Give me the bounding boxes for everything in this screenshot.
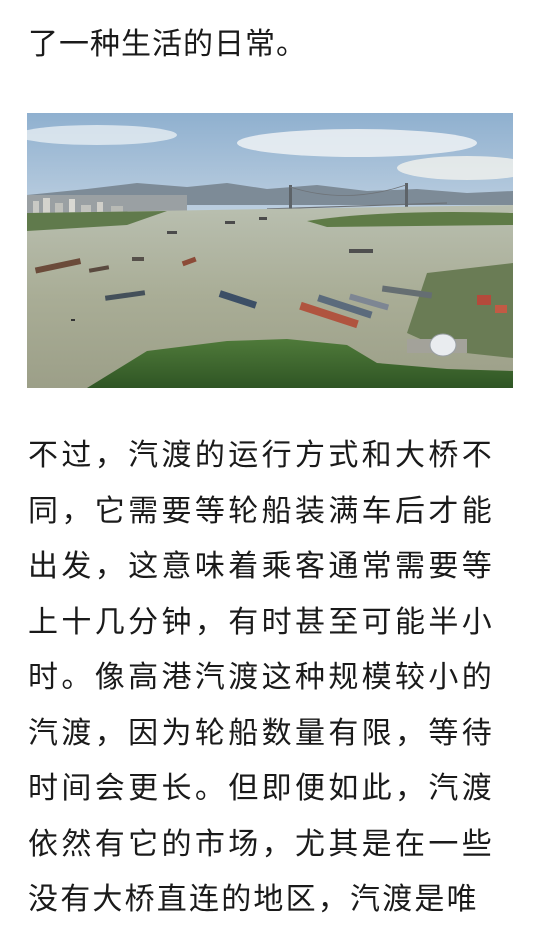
- river-photo-illustration: [27, 113, 513, 388]
- paragraph-ferry-operation: 不过，汽渡的运行方式和大桥不同，它需要等轮船装满车后才能出发，这意味着乘客通常需…: [28, 438, 494, 917]
- paragraph-intro-tail: 了一种生活的日常。: [28, 27, 307, 62]
- dish-structure: [429, 333, 457, 357]
- bridge-tower: [289, 185, 292, 211]
- article: 了一种生活的日常。 不过，汽渡的运行方式和大桥不同，它需要等轮船装满车后才能出发…: [0, 0, 540, 937]
- river-aerial-photo: [27, 113, 513, 388]
- bridge-tower: [405, 183, 408, 207]
